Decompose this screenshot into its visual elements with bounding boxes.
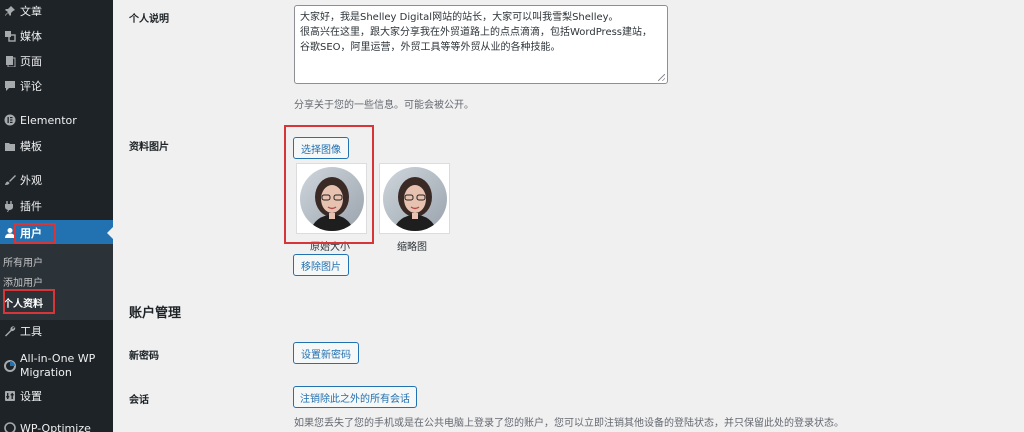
brush-icon [0, 174, 20, 186]
new-password-label: 新密码 [129, 351, 159, 362]
menu-settings[interactable]: 设置 [0, 383, 113, 409]
logout-other-sessions-button[interactable]: 注销除此之外的所有会话 [293, 386, 417, 408]
folder-icon [0, 140, 20, 152]
avatar-thumbnail-frame [379, 163, 450, 234]
menu-elementor[interactable]: Elementor [0, 107, 113, 133]
migration-label-line2: Migration [20, 366, 72, 379]
migration-label-line1: All-in-One WP [20, 352, 96, 365]
media-icon [0, 30, 20, 42]
bio-textarea[interactable]: 大家好，我是Shelley Digital网站的站长，大家可以叫我雪梨Shell… [294, 5, 668, 84]
menu-plugins[interactable]: 插件 [0, 193, 113, 219]
avatar-original-frame [296, 163, 367, 234]
wrench-icon [0, 325, 20, 337]
users-submenu: 所有用户 添加用户 个人资料 [0, 244, 113, 320]
admin-sidebar: 文章 媒体 页面 评论 Elementor 模板 外观 插件 用户 所有用户 添… [0, 0, 113, 432]
resize-handle-icon[interactable] [658, 74, 665, 81]
bio-description: 分享关于您的一些信息。可能会被公开。 [294, 100, 474, 111]
plugin-icon [0, 200, 20, 212]
choose-image-button[interactable]: 选择图像 [293, 137, 349, 159]
bio-label: 个人说明 [129, 14, 169, 25]
menu-media[interactable]: 媒体 [0, 23, 113, 49]
migration-icon [0, 360, 20, 372]
set-new-password-button[interactable]: 设置新密码 [293, 342, 359, 364]
menu-wp-optimize[interactable]: WP-Optimize [0, 415, 113, 432]
comment-icon [0, 80, 20, 92]
avatar-thumbnail [382, 166, 447, 231]
avatar-original [299, 166, 364, 231]
original-size-caption: 原始大小 [310, 242, 350, 253]
remove-image-button[interactable]: 移除图片 [293, 254, 349, 276]
sessions-label: 会话 [129, 395, 149, 406]
thumbnail-caption: 缩略图 [397, 242, 427, 253]
submenu-add-user[interactable]: 添加用户 [3, 274, 43, 289]
bio-line-1: 大家好，我是Shelley Digital网站的站长，大家可以叫我雪梨Shell… [300, 12, 619, 23]
account-management-heading: 账户管理 [129, 306, 182, 321]
menu-pages[interactable]: 页面 [0, 48, 113, 74]
submenu-all-users[interactable]: 所有用户 [3, 254, 43, 269]
menu-tools[interactable]: 工具 [0, 318, 113, 344]
elementor-icon [0, 114, 20, 126]
menu-posts[interactable]: 文章 [0, 0, 113, 24]
page-icon [0, 55, 20, 67]
bio-line-2: 很高兴在这里，跟大家分享我在外贸道路上的点点滴滴，包括WordPress建站， [300, 27, 653, 38]
pushpin-icon [0, 5, 20, 17]
menu-users[interactable]: 用户 [0, 220, 113, 246]
optimize-icon [0, 422, 20, 432]
menu-all-in-one-migration[interactable]: All-in-One WP Migration [0, 350, 113, 382]
profile-picture-label: 资料图片 [129, 142, 169, 153]
menu-appearance[interactable]: 外观 [0, 167, 113, 193]
menu-comments[interactable]: 评论 [0, 73, 113, 99]
submenu-profile[interactable]: 个人资料 [3, 295, 43, 310]
sessions-description: 如果您丢失了您的手机或是在公共电脑上登录了您的账户，您可以立即注销其他设备的登陆… [294, 418, 844, 429]
settings-icon [0, 390, 20, 402]
bio-line-3: 谷歌SEO，阿里运营，外贸工具等等外贸从业的各种技能。 [300, 42, 561, 53]
user-icon [0, 227, 20, 239]
menu-templates[interactable]: 模板 [0, 133, 113, 159]
